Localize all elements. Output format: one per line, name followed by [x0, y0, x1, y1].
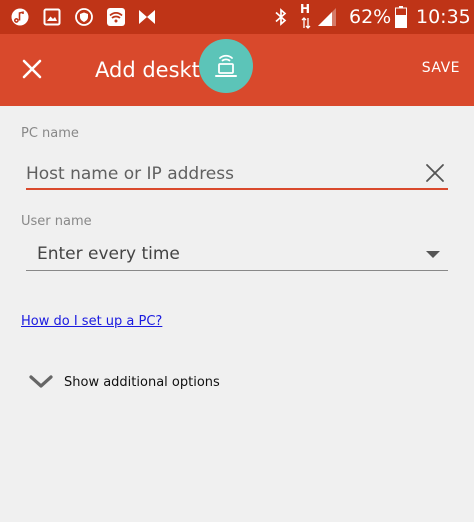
network-type-label: H [300, 2, 311, 16]
shield-icon [74, 7, 94, 27]
signal-icon [316, 7, 338, 27]
battery-icon [394, 6, 408, 28]
chevron-down-icon [29, 375, 53, 388]
desktop-connect-icon [215, 54, 237, 77]
save-button[interactable]: SAVE [422, 60, 460, 76]
user-name-select[interactable]: Enter every time [26, 241, 448, 271]
pc-name-label: PC name [21, 126, 79, 141]
pc-name-input[interactable] [26, 160, 406, 188]
m-logo-icon [137, 7, 157, 27]
clear-icon [426, 164, 444, 182]
desktop-connect-button[interactable] [199, 39, 253, 93]
wifi-box-icon [105, 7, 127, 27]
status-bar: H 62% 10:35 [0, 0, 474, 34]
pc-name-field [26, 158, 448, 190]
user-name-label: User name [21, 214, 92, 229]
user-name-value: Enter every time [37, 244, 180, 264]
data-arrows-icon [300, 17, 312, 29]
image-icon [42, 7, 62, 27]
close-button[interactable] [12, 49, 52, 89]
clear-button[interactable] [424, 162, 446, 184]
bluetooth-icon [273, 7, 289, 27]
close-icon [22, 59, 42, 79]
music-icon [10, 7, 30, 27]
clock: 10:35 [416, 6, 471, 28]
dropdown-arrow-icon [426, 251, 440, 258]
show-additional-options-toggle[interactable]: Show additional options [28, 368, 220, 396]
additional-options-label: Show additional options [64, 374, 220, 390]
setup-help-link[interactable]: How do I set up a PC? [21, 314, 162, 329]
battery-percent: 62% [349, 6, 392, 28]
